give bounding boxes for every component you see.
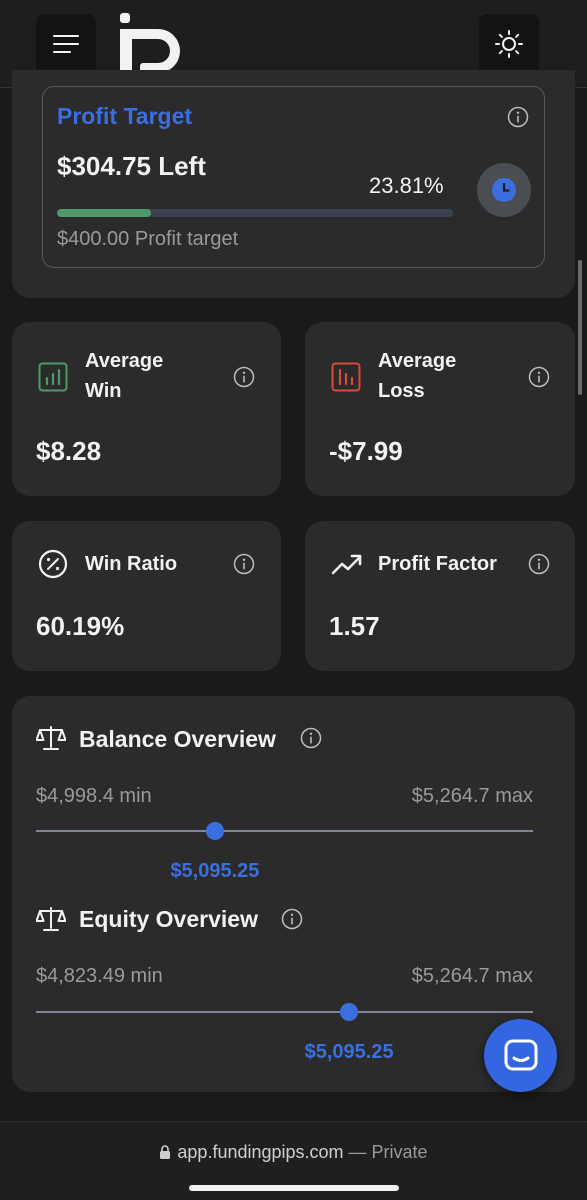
sun-icon bbox=[495, 30, 523, 58]
balance-range-marker bbox=[205, 822, 224, 840]
profit-progress-fill bbox=[57, 209, 152, 217]
page-scrollbar[interactable] bbox=[578, 260, 582, 395]
url-domain: app.fundingpips.com bbox=[177, 1142, 344, 1162]
average-loss-label-line2: Loss bbox=[378, 380, 425, 402]
info-icon[interactable] bbox=[507, 106, 529, 128]
profit-factor-value: 1.57 bbox=[329, 611, 380, 641]
equity-min: $4,823.49 min bbox=[36, 965, 163, 987]
average-win-card: Average Win $8.28 bbox=[12, 322, 281, 496]
hamburger-icon bbox=[53, 35, 79, 53]
bar-chart-down-icon bbox=[331, 362, 361, 392]
balance-range-track bbox=[36, 830, 533, 832]
trending-up-icon bbox=[331, 554, 362, 575]
win-ratio-value: 60.19% bbox=[36, 611, 125, 641]
home-indicator[interactable] bbox=[189, 1185, 399, 1191]
chat-support-button[interactable] bbox=[484, 1019, 557, 1092]
equity-max: $5,264.7 max bbox=[411, 965, 533, 987]
scale-icon bbox=[36, 907, 66, 931]
average-win-label-line2: Win bbox=[85, 380, 122, 402]
info-icon[interactable] bbox=[233, 553, 255, 575]
average-win-label: Average Win bbox=[85, 346, 163, 406]
win-ratio-card: Win Ratio 60.19% bbox=[12, 521, 281, 671]
chat-icon bbox=[504, 1039, 537, 1070]
info-icon[interactable] bbox=[528, 366, 550, 388]
average-loss-value: -$7.99 bbox=[329, 436, 403, 466]
equity-range-track bbox=[36, 1011, 533, 1013]
url-display[interactable]: app.fundingpips.com — Private bbox=[0, 1142, 587, 1163]
equity-range-marker bbox=[340, 1003, 359, 1021]
clock-button[interactable] bbox=[477, 163, 531, 217]
info-icon[interactable] bbox=[233, 366, 255, 388]
scale-icon bbox=[36, 726, 66, 750]
equity-current-value: $5,095.25 bbox=[304, 1041, 394, 1063]
info-icon[interactable] bbox=[300, 727, 322, 749]
balance-min: $4,998.4 min bbox=[36, 785, 152, 807]
average-loss-card: Average Loss -$7.99 bbox=[305, 322, 575, 496]
profit-percent: 23.81% bbox=[369, 173, 444, 198]
info-icon[interactable] bbox=[528, 553, 550, 575]
fundingpips-logo[interactable] bbox=[118, 13, 184, 75]
profit-target-card: Profit Target $304.75 Left 23.81% $400.0… bbox=[42, 86, 545, 268]
balance-overview-title: Balance Overview bbox=[79, 726, 276, 752]
profit-factor-card: Profit Factor 1.57 bbox=[305, 521, 575, 671]
theme-toggle-button[interactable] bbox=[479, 14, 539, 74]
profit-left-value: $304.75 Left bbox=[57, 151, 206, 181]
info-icon[interactable] bbox=[281, 908, 303, 930]
bar-chart-up-icon bbox=[38, 362, 68, 392]
percent-circle-icon bbox=[38, 549, 68, 579]
profit-progress-bar bbox=[57, 209, 453, 217]
clock-icon bbox=[492, 178, 516, 202]
browser-url-bar[interactable]: app.fundingpips.com — Private bbox=[0, 1121, 587, 1200]
average-win-label-line1: Average bbox=[85, 350, 164, 372]
equity-overview-title: Equity Overview bbox=[79, 906, 258, 932]
profit-factor-label: Profit Factor bbox=[378, 553, 497, 575]
balance-current-value: $5,095.25 bbox=[170, 860, 260, 882]
profit-target-title: Profit Target bbox=[57, 103, 193, 129]
balance-max: $5,264.7 max bbox=[411, 785, 533, 807]
average-loss-label-line1: Average bbox=[378, 350, 457, 372]
profit-target-amount: $400.00 Profit target bbox=[57, 228, 239, 250]
average-loss-label: Average Loss bbox=[378, 346, 456, 406]
average-win-value: $8.28 bbox=[36, 436, 102, 466]
lock-icon bbox=[160, 1145, 171, 1159]
menu-button[interactable] bbox=[36, 14, 96, 74]
url-privacy: — Private bbox=[348, 1142, 428, 1162]
win-ratio-label: Win Ratio bbox=[85, 553, 178, 575]
